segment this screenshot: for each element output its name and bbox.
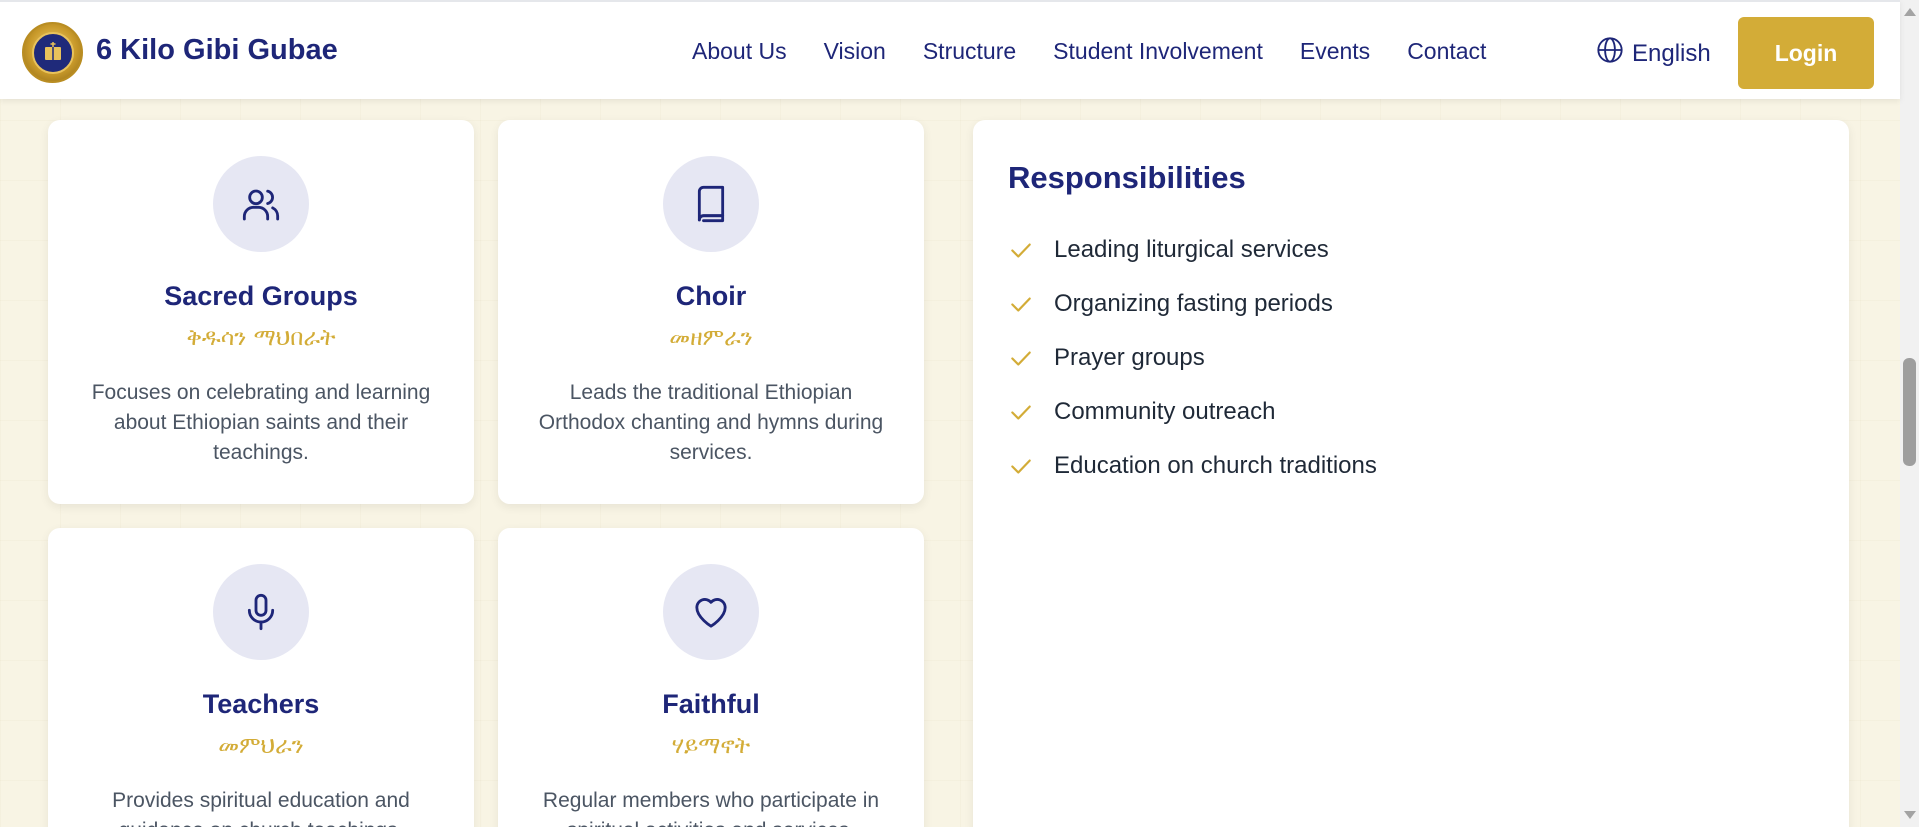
globe-icon — [1596, 36, 1624, 71]
logo-emblem-icon — [31, 31, 74, 74]
card-subtitle: ቅዱሳን ማህበራት — [186, 325, 336, 351]
list-item: Leading liturgical services — [1008, 223, 1377, 277]
card-sacred-groups: Sacred Groups ቅዱሳን ማህበራት Focuses on cele… — [48, 120, 474, 504]
list-item: Education on church traditions — [1008, 439, 1377, 493]
nav-structure[interactable]: Structure — [923, 38, 1016, 65]
card-subtitle: ሃይማኖት — [671, 733, 751, 759]
main-nav: About Us Vision Structure Student Involv… — [692, 38, 1523, 65]
responsibilities-title: Responsibilities — [1008, 160, 1246, 195]
check-icon — [1008, 291, 1036, 317]
nav-student-involvement[interactable]: Student Involvement — [1053, 38, 1263, 65]
heart-icon — [663, 564, 759, 660]
page-scrollbar[interactable] — [1900, 0, 1919, 827]
language-label: English — [1632, 39, 1711, 67]
list-item-label: Leading liturgical services — [1054, 236, 1329, 263]
check-icon — [1008, 237, 1036, 263]
card-title: Sacred Groups — [164, 281, 358, 311]
responsibilities-list: Leading liturgical services Organizing f… — [1008, 223, 1377, 493]
nav-events[interactable]: Events — [1300, 38, 1370, 65]
card-faithful: Faithful ሃይማኖት Regular members who parti… — [498, 528, 924, 827]
site-header: 6 Kilo Gibi Gubae About Us Vision Struct… — [0, 0, 1900, 99]
card-subtitle: መዘምራን — [669, 325, 753, 351]
microphone-icon — [213, 564, 309, 660]
responsibilities-panel: Responsibilities Leading liturgical serv… — [973, 120, 1849, 827]
nav-contact[interactable]: Contact — [1407, 38, 1486, 65]
brand-name[interactable]: 6 Kilo Gibi Gubae — [96, 34, 338, 67]
card-title: Teachers — [202, 689, 320, 719]
language-selector[interactable]: English — [1596, 36, 1711, 71]
scrollbar-thumb[interactable] — [1903, 358, 1916, 466]
list-item-label: Community outreach — [1054, 398, 1276, 425]
list-item: Community outreach — [1008, 385, 1377, 439]
list-item-label: Education on church traditions — [1054, 452, 1377, 479]
list-item: Organizing fasting periods — [1008, 277, 1377, 331]
card-description: Regular members who participate in spiri… — [542, 789, 880, 827]
card-title: Choir — [675, 281, 747, 311]
card-choir: Choir መዘምራን Leads the traditional Ethiop… — [498, 120, 924, 504]
nav-about-us[interactable]: About Us — [692, 38, 787, 65]
book-icon — [663, 156, 759, 252]
check-icon — [1008, 345, 1036, 371]
check-icon — [1008, 399, 1036, 425]
check-icon — [1008, 453, 1036, 479]
list-item-label: Organizing fasting periods — [1054, 290, 1333, 317]
list-item-label: Prayer groups — [1054, 344, 1205, 371]
scroll-up-arrow-icon[interactable] — [1904, 8, 1916, 16]
list-item: Prayer groups — [1008, 331, 1377, 385]
card-subtitle: መምህራን — [218, 733, 304, 759]
card-teachers: Teachers መምህራን Provides spiritual educat… — [48, 528, 474, 827]
card-description: Leads the traditional Ethiopian Orthodox… — [538, 381, 884, 464]
card-description: Provides spiritual education and guidanc… — [112, 789, 410, 827]
nav-vision[interactable]: Vision — [824, 38, 886, 65]
users-icon — [213, 156, 309, 252]
login-button[interactable]: Login — [1738, 17, 1874, 89]
church-logo[interactable] — [22, 22, 83, 83]
card-description: Focuses on celebrating and learning abou… — [91, 381, 431, 464]
card-title: Faithful — [662, 689, 760, 719]
scroll-down-arrow-icon[interactable] — [1904, 811, 1916, 819]
